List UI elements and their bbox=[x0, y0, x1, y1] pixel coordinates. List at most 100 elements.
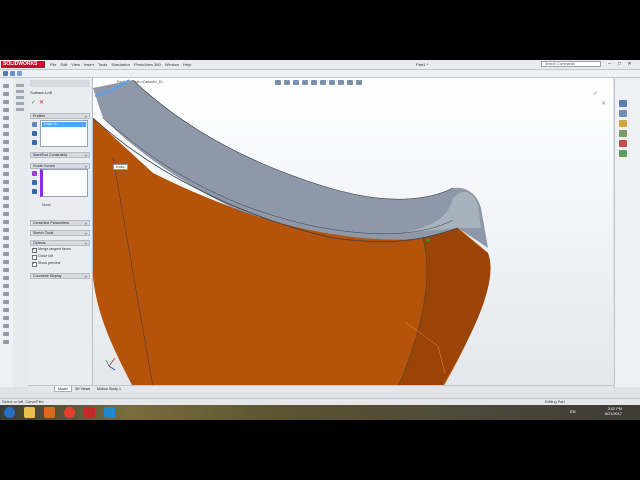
merge-tangent-checkbox[interactable] bbox=[32, 247, 37, 253]
tool-icon[interactable] bbox=[3, 212, 9, 216]
tool-icon[interactable] bbox=[3, 180, 9, 184]
tool-icon[interactable] bbox=[3, 92, 9, 96]
tool-icon[interactable] bbox=[3, 260, 9, 264]
tool-icon[interactable] bbox=[3, 236, 9, 240]
sketch-tools-section[interactable]: Sketch Tools ˅ bbox=[30, 230, 90, 236]
file-explorer-taskbar-icon[interactable] bbox=[24, 407, 35, 418]
view-palette-icon[interactable] bbox=[619, 130, 627, 137]
solidworks-taskbar-icon[interactable] bbox=[84, 407, 95, 418]
close-button[interactable]: ✕ bbox=[626, 61, 633, 67]
menu-insert[interactable]: Insert bbox=[84, 61, 94, 68]
profile-callout[interactable]: Profile bbox=[113, 164, 128, 170]
tool-icon[interactable] bbox=[3, 340, 9, 344]
solidworks-logo[interactable]: SOLIDWORKS bbox=[1, 61, 45, 68]
close-preview-icon[interactable]: ✕ bbox=[601, 100, 606, 107]
close-loft-checkbox[interactable] bbox=[32, 255, 37, 260]
move-down-icon[interactable] bbox=[32, 140, 37, 145]
tree-item[interactable] bbox=[16, 102, 24, 105]
centerline-parameters-section[interactable]: Centerline Parameters ˅ bbox=[30, 220, 90, 226]
tool-icon[interactable] bbox=[3, 164, 9, 168]
tool-icon[interactable] bbox=[3, 188, 9, 192]
chevron-up-icon[interactable]: ˄ bbox=[85, 114, 87, 119]
menu-tools[interactable]: Tools bbox=[98, 61, 107, 68]
menu-file[interactable]: File bbox=[50, 61, 56, 68]
tab-3d-views[interactable]: 3D Views bbox=[72, 386, 93, 392]
tool-icon[interactable] bbox=[3, 324, 9, 328]
confirm-corner-icon[interactable]: ✓ bbox=[593, 90, 598, 97]
profiles-list[interactable]: Edge<1> bbox=[40, 120, 88, 147]
menu-edit[interactable]: Edit bbox=[60, 61, 67, 68]
tool-icon[interactable] bbox=[3, 268, 9, 272]
tab-motion-study[interactable]: Motion Study 1 bbox=[94, 386, 124, 392]
language-indicator[interactable]: EN bbox=[570, 409, 576, 414]
tool-icon[interactable] bbox=[3, 156, 9, 160]
tool-icon[interactable] bbox=[3, 124, 9, 128]
tool-icon[interactable] bbox=[3, 332, 9, 336]
tool-icon[interactable] bbox=[3, 292, 9, 296]
tool-icon[interactable] bbox=[3, 100, 9, 104]
resources-icon[interactable] bbox=[619, 100, 627, 107]
tool-icon[interactable] bbox=[3, 108, 9, 112]
menu-simulation[interactable]: Simulation bbox=[111, 61, 130, 68]
profile-list-item[interactable]: Edge<1> bbox=[42, 122, 86, 127]
tree-item[interactable] bbox=[16, 84, 24, 87]
move-up-icon[interactable] bbox=[32, 131, 37, 136]
chevron-down-icon[interactable]: ˅ bbox=[85, 153, 87, 158]
chevron-down-icon[interactable]: ˅ bbox=[85, 274, 87, 279]
loft-surface-model[interactable] bbox=[93, 78, 613, 387]
features-icon[interactable] bbox=[17, 71, 22, 76]
tool-icon[interactable] bbox=[3, 220, 9, 224]
start-button-icon[interactable] bbox=[4, 407, 15, 418]
profiles-section[interactable]: Profiles ˄ bbox=[30, 113, 90, 119]
design-library-icon[interactable] bbox=[619, 110, 627, 117]
search-commands-input[interactable]: Search Commands bbox=[541, 61, 601, 67]
profile-select-icon[interactable] bbox=[32, 122, 37, 127]
tool-icon[interactable] bbox=[3, 84, 9, 88]
guide-curves-list[interactable] bbox=[40, 169, 88, 197]
tool-icon[interactable] bbox=[3, 284, 9, 288]
clock[interactable]: 3:02 PM 6/21/2017 bbox=[605, 407, 622, 417]
tool-icon[interactable] bbox=[3, 148, 9, 152]
guide-curve-select-icon[interactable] bbox=[32, 171, 37, 176]
menu-photoview[interactable]: PhotoView 360 bbox=[134, 61, 161, 68]
tool-icon[interactable] bbox=[3, 116, 9, 120]
tool-icon[interactable] bbox=[3, 276, 9, 280]
file-explorer-icon[interactable] bbox=[619, 120, 627, 127]
menu-view[interactable]: View bbox=[71, 61, 80, 68]
curvature-display-section[interactable]: Curvature Display ˅ bbox=[30, 273, 90, 279]
tool-icon[interactable] bbox=[3, 132, 9, 136]
tree-item[interactable] bbox=[16, 96, 24, 99]
custom-properties-icon[interactable] bbox=[619, 150, 627, 157]
ok-button[interactable]: ✓ bbox=[31, 100, 36, 106]
move-down-icon[interactable] bbox=[32, 189, 37, 194]
tool-icon[interactable] bbox=[3, 244, 9, 248]
maximize-button[interactable]: □ bbox=[616, 61, 623, 67]
start-end-constraints-section[interactable]: Start/End Constraints ˅ bbox=[30, 152, 90, 158]
tool-icon[interactable] bbox=[3, 140, 9, 144]
minimize-button[interactable]: – bbox=[606, 61, 613, 67]
appearances-icon[interactable] bbox=[619, 140, 627, 147]
tree-item[interactable] bbox=[16, 108, 24, 111]
move-up-icon[interactable] bbox=[32, 180, 37, 185]
guide-influence-value[interactable]: None bbox=[42, 203, 51, 207]
tab-model[interactable]: Model bbox=[54, 386, 72, 392]
graphics-area[interactable]: Part1 (Default<<Default>_Di... Profile ✕… bbox=[93, 78, 613, 387]
tree-item[interactable] bbox=[16, 90, 24, 93]
vlc-icon[interactable] bbox=[44, 407, 55, 418]
chevron-up-icon[interactable]: ˄ bbox=[85, 241, 87, 246]
chevron-down-icon[interactable]: ˅ bbox=[85, 221, 87, 226]
tool-icon[interactable] bbox=[3, 252, 9, 256]
tool-icon[interactable] bbox=[3, 316, 9, 320]
smart-dimension-icon[interactable] bbox=[10, 71, 15, 76]
show-preview-checkbox[interactable] bbox=[32, 261, 37, 267]
sketch-icon[interactable] bbox=[3, 71, 8, 76]
tool-icon[interactable] bbox=[3, 308, 9, 312]
tool-icon[interactable] bbox=[3, 196, 9, 200]
tool-icon[interactable] bbox=[3, 228, 9, 232]
cancel-button[interactable]: ✕ bbox=[39, 100, 44, 106]
tool-icon[interactable] bbox=[3, 204, 9, 208]
chrome-icon[interactable] bbox=[64, 407, 75, 418]
tool-icon[interactable] bbox=[3, 300, 9, 304]
menu-help[interactable]: Help bbox=[183, 61, 191, 68]
menu-window[interactable]: Window bbox=[165, 61, 179, 68]
